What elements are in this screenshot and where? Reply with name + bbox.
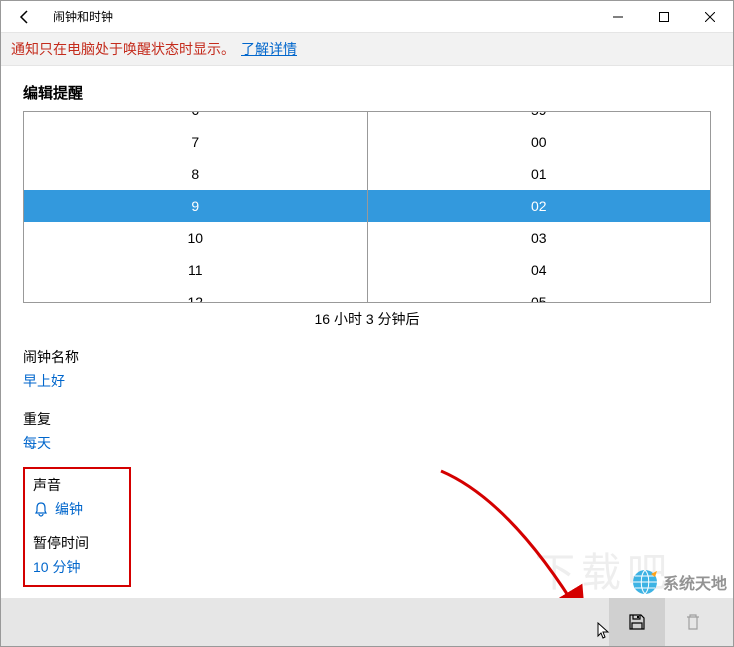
snooze-field: 暂停时间 10 分钟	[33, 533, 121, 577]
close-icon	[705, 12, 715, 22]
globe-icon	[631, 568, 659, 596]
hour-option[interactable]: 6	[24, 111, 367, 126]
minimize-button[interactable]	[595, 1, 641, 33]
hour-option[interactable]: 8	[24, 158, 367, 190]
notification-warning: 通知只在电脑处于唤醒状态时显示。	[11, 39, 235, 59]
command-bar	[1, 598, 733, 646]
delete-button[interactable]	[665, 598, 721, 646]
repeat-label: 重复	[23, 409, 711, 429]
hour-option[interactable]: 11	[24, 254, 367, 286]
minute-column[interactable]: 59000102030405	[368, 111, 711, 302]
repeat-field: 重复 每天	[23, 409, 711, 453]
maximize-button[interactable]	[641, 1, 687, 33]
notification-bar: 通知只在电脑处于唤醒状态时显示。 了解详情	[1, 33, 733, 66]
repeat-value[interactable]: 每天	[23, 433, 711, 453]
alarm-name-field: 闹钟名称 早上好	[23, 347, 711, 391]
minute-option[interactable]: 01	[368, 158, 711, 190]
hour-option[interactable]: 10	[24, 222, 367, 254]
save-button[interactable]	[609, 598, 665, 646]
minute-option[interactable]: 00	[368, 126, 711, 158]
hour-option[interactable]: 12	[24, 286, 367, 303]
sound-value-text: 编钟	[55, 499, 83, 519]
save-icon	[628, 613, 646, 631]
watermark-logo: 系统天地	[631, 568, 727, 596]
hour-option[interactable]: 9	[24, 190, 367, 222]
window-title: 闹钟和时钟	[49, 8, 595, 25]
learn-more-link[interactable]: 了解详情	[241, 39, 297, 59]
trash-icon	[684, 613, 702, 631]
minute-option[interactable]: 05	[368, 286, 711, 303]
sound-label: 声音	[33, 475, 121, 495]
time-until-label: 16 小时 3 分钟后	[23, 309, 711, 329]
annotation-highlight-box: 声音 编钟 暂停时间 10 分钟	[23, 467, 131, 587]
hour-column[interactable]: 6789101112	[24, 111, 368, 302]
minute-option[interactable]: 59	[368, 111, 711, 126]
minute-option[interactable]: 02	[368, 190, 711, 222]
hour-option[interactable]: 7	[24, 126, 367, 158]
sound-value[interactable]: 编钟	[33, 499, 121, 519]
sound-field: 声音 编钟	[33, 475, 121, 519]
alarm-name-value[interactable]: 早上好	[23, 371, 711, 391]
snooze-value[interactable]: 10 分钟	[33, 557, 121, 577]
main-content: 编辑提醒 6789101112 59000102030405 16 小时 3 分…	[1, 66, 733, 587]
back-button[interactable]	[1, 1, 49, 33]
window-controls	[595, 1, 733, 33]
bell-icon	[33, 501, 49, 517]
close-button[interactable]	[687, 1, 733, 33]
maximize-icon	[659, 12, 669, 22]
time-picker[interactable]: 6789101112 59000102030405	[23, 111, 711, 303]
watermark-text: 系统天地	[663, 570, 727, 594]
snooze-label: 暂停时间	[33, 533, 121, 553]
minimize-icon	[613, 12, 623, 22]
titlebar: 闹钟和时钟	[1, 1, 733, 33]
alarm-name-label: 闹钟名称	[23, 347, 711, 367]
page-heading: 编辑提醒	[23, 82, 711, 103]
back-arrow-icon	[17, 9, 33, 25]
minute-option[interactable]: 03	[368, 222, 711, 254]
minute-option[interactable]: 04	[368, 254, 711, 286]
